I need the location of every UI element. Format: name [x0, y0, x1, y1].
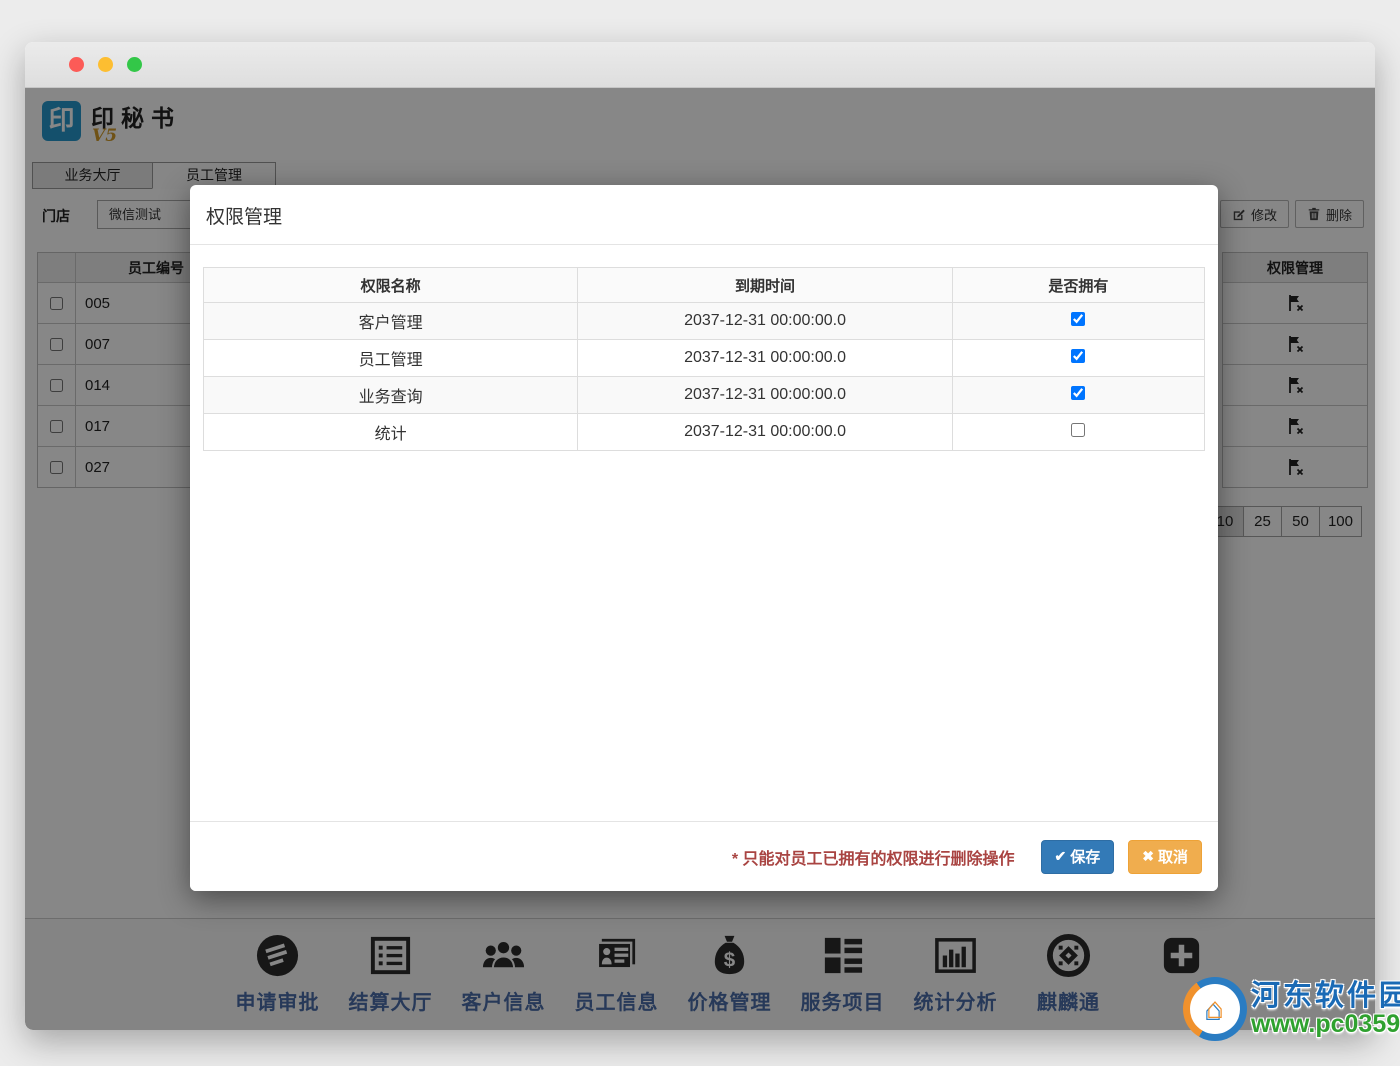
table-row: 统计 2037-12-31 00:00:00.0 — [204, 414, 1205, 451]
table-row: 业务查询 2037-12-31 00:00:00.0 — [204, 377, 1205, 414]
watermark-site-name: 河东软件园 — [1251, 981, 1400, 1011]
site-watermark: ⌂ 河东软件园 www.pc0359.cn — [1183, 977, 1400, 1041]
permission-table: 权限名称 到期时间 是否拥有 客户管理 2037-12-31 00:00:00.… — [203, 267, 1205, 451]
col-permission-name: 权限名称 — [204, 268, 578, 303]
table-row: 客户管理 2037-12-31 00:00:00.0 — [204, 303, 1205, 340]
save-button[interactable]: ✔ 保存 — [1041, 840, 1115, 874]
col-expire-time: 到期时间 — [578, 268, 952, 303]
permission-modal: 权限管理 权限名称 到期时间 是否拥有 客户管理 2037-12-31 00:0… — [190, 185, 1218, 891]
owned-checkbox[interactable] — [1071, 423, 1085, 437]
maximize-window-button[interactable] — [127, 57, 142, 72]
modal-footer: * 只能对员工已拥有的权限进行删除操作 ✔ 保存 ✖ 取消 — [190, 821, 1218, 891]
owned-checkbox[interactable] — [1071, 349, 1085, 363]
delete-restriction-note: * 只能对员工已拥有的权限进行删除操作 — [732, 845, 1015, 869]
permission-table-header: 权限名称 到期时间 是否拥有 — [204, 268, 1205, 303]
expire-time: 2037-12-31 00:00:00.0 — [578, 414, 952, 451]
modal-title: 权限管理 — [190, 185, 1218, 245]
owned-checkbox[interactable] — [1071, 312, 1085, 326]
expire-time: 2037-12-31 00:00:00.0 — [578, 303, 952, 340]
permission-name: 客户管理 — [204, 303, 578, 340]
minimize-window-button[interactable] — [98, 57, 113, 72]
cancel-button[interactable]: ✖ 取消 — [1128, 840, 1202, 874]
close-window-button[interactable] — [69, 57, 84, 72]
expire-time: 2037-12-31 00:00:00.0 — [578, 340, 952, 377]
permission-name: 员工管理 — [204, 340, 578, 377]
permission-name: 业务查询 — [204, 377, 578, 414]
owned-checkbox[interactable] — [1071, 386, 1085, 400]
x-icon: ✖ — [1142, 848, 1154, 865]
check-icon: ✔ — [1055, 848, 1067, 865]
permission-name: 统计 — [204, 414, 578, 451]
watermark-logo-icon: ⌂ — [1183, 977, 1247, 1041]
table-row: 员工管理 2037-12-31 00:00:00.0 — [204, 340, 1205, 377]
expire-time: 2037-12-31 00:00:00.0 — [578, 377, 952, 414]
modal-body: 权限名称 到期时间 是否拥有 客户管理 2037-12-31 00:00:00.… — [190, 245, 1218, 451]
watermark-site-url: www.pc0359.cn — [1251, 1011, 1400, 1037]
window-titlebar — [25, 42, 1375, 88]
desktop-background: 印 印秘书 V5 业务大厅 员工管理 门店 微信测试 增加 修改 — [0, 0, 1400, 1066]
col-owned: 是否拥有 — [952, 268, 1204, 303]
